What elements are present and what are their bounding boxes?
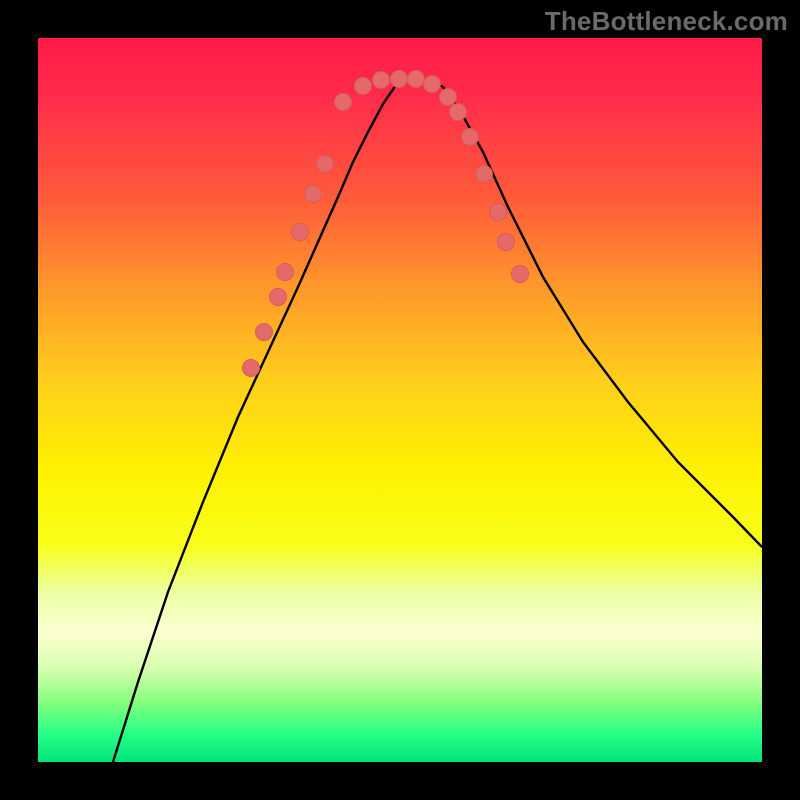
plot-area — [38, 38, 762, 762]
marker-dot — [243, 360, 260, 377]
marker-dot — [512, 266, 529, 283]
marker-dot — [450, 104, 467, 121]
chart-frame: TheBottleneck.com — [0, 0, 800, 800]
marker-dot — [292, 224, 309, 241]
marker-dot — [256, 324, 273, 341]
marker-dot — [490, 204, 507, 221]
marker-dot — [408, 71, 425, 88]
marker-dot — [440, 89, 457, 106]
marker-dot — [317, 156, 334, 173]
watermark-text: TheBottleneck.com — [545, 6, 788, 37]
marker-dot — [335, 94, 352, 111]
marker-dot — [355, 78, 372, 95]
marker-dot — [462, 129, 479, 146]
marker-dot — [270, 289, 287, 306]
marker-group — [243, 71, 529, 377]
chart-overlay — [38, 38, 762, 762]
marker-dot — [476, 166, 493, 183]
marker-dot — [391, 71, 408, 88]
marker-dot — [277, 264, 294, 281]
marker-dot — [498, 234, 515, 251]
marker-dot — [424, 76, 441, 93]
marker-dot — [305, 186, 322, 203]
bottleneck-curve — [113, 79, 762, 762]
marker-dot — [373, 72, 390, 89]
